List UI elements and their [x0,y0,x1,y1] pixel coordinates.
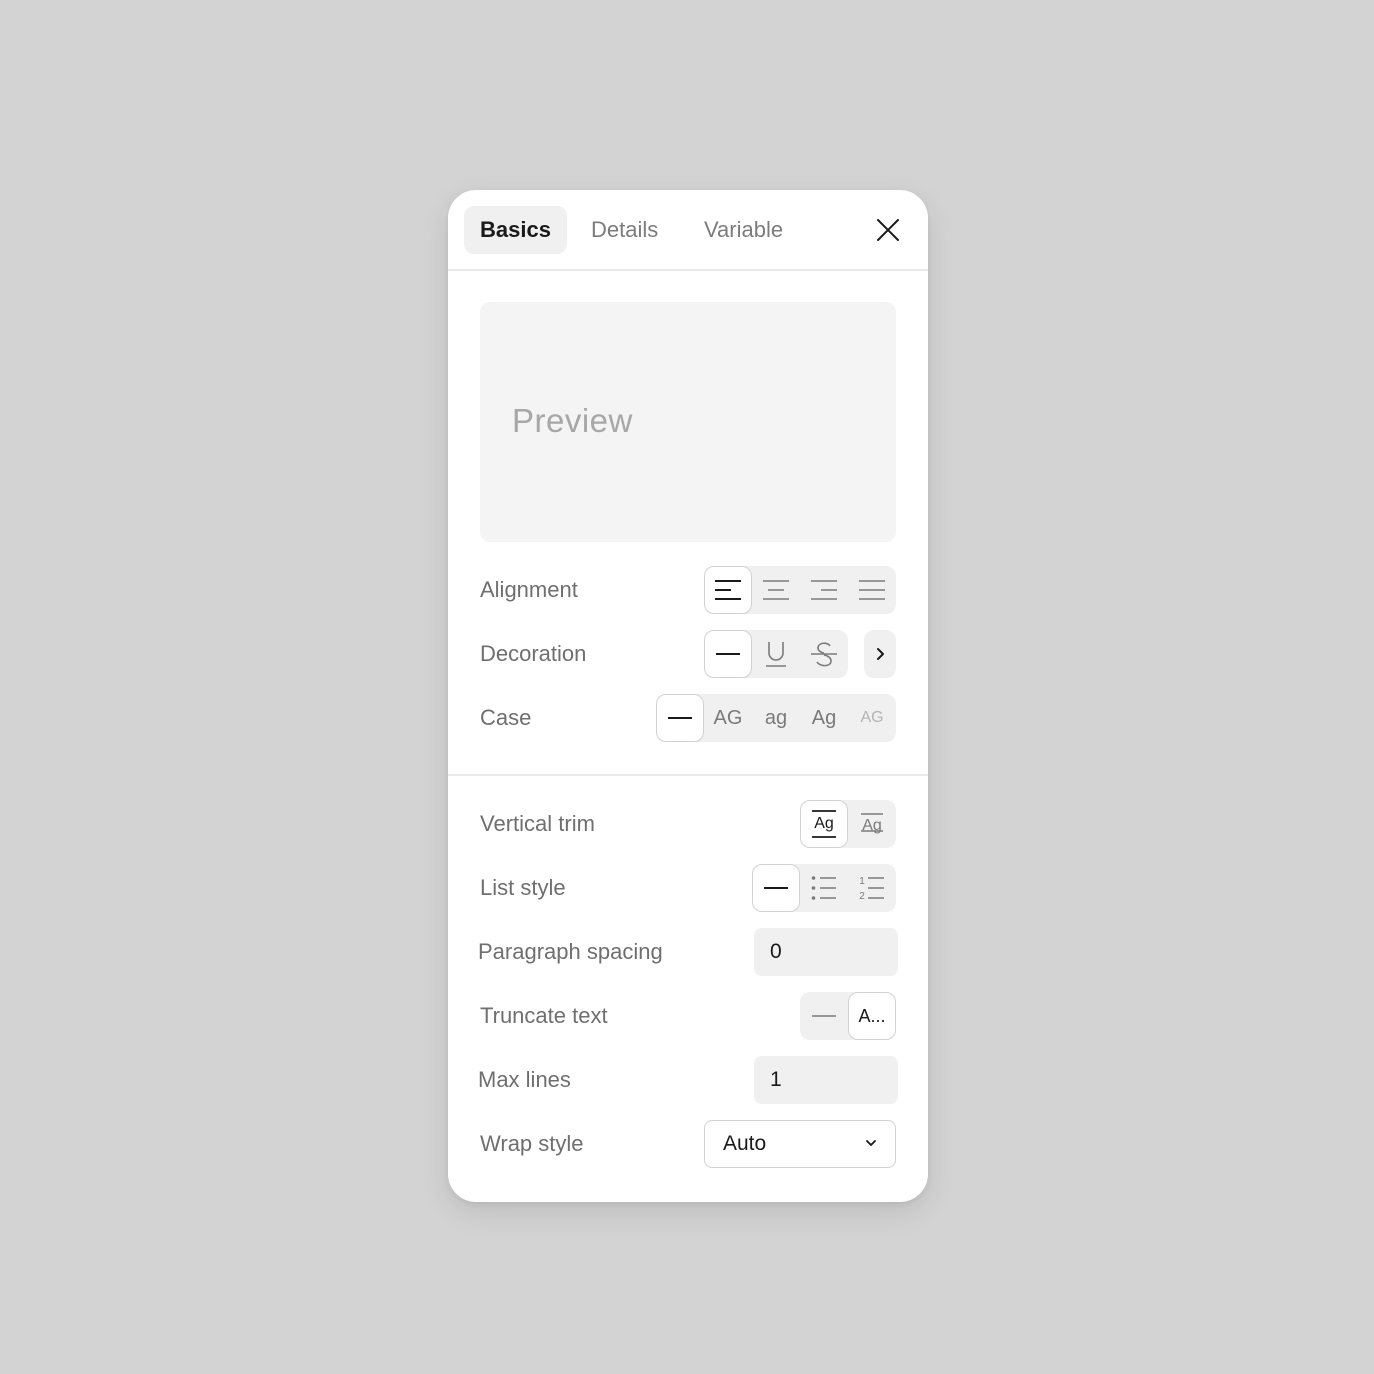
list-style-control: 1 2 [752,864,896,912]
chevron-down-icon [865,1137,877,1149]
align-center-button[interactable] [752,566,800,614]
align-left-button[interactable] [704,566,752,614]
wrap-style-label: Wrap style [480,1131,584,1156]
max-lines-input[interactable]: 1 [754,1056,898,1104]
alignment-label: Alignment [480,577,578,602]
wrap-style-select[interactable]: Auto [704,1120,896,1168]
close-icon [877,219,899,241]
truncate-ellipsis-button[interactable]: A... [848,992,896,1040]
svg-text:2: 2 [859,891,865,901]
decoration-more-button[interactable] [864,630,896,678]
none-dash-icon [716,653,740,655]
decoration-control [704,630,848,678]
close-button[interactable] [870,212,906,248]
case-none-button[interactable] [656,694,704,742]
wrap-style-value: Auto [723,1132,767,1155]
vertical-trim-cap-button[interactable]: Ag [800,800,848,848]
case-label: Case [480,705,532,730]
truncate-text-control: A... [800,992,896,1040]
tab-details[interactable]: Details [575,206,674,254]
vertical-trim-label: Vertical trim [480,811,595,836]
tab-variable[interactable]: Variable [688,206,799,254]
align-left-icon [715,580,741,600]
list-style-bulleted-button[interactable] [800,864,848,912]
decoration-strikethrough-button[interactable] [800,630,848,678]
max-lines-label: Max lines [478,1067,571,1092]
truncate-off-button[interactable] [800,992,848,1040]
svg-text:1: 1 [859,876,865,887]
numbered-list-icon: 1 2 [859,876,884,901]
decoration-none-button[interactable] [704,630,752,678]
preview-text: Preview [512,402,633,439]
truncate-text-label: Truncate text [480,1003,608,1028]
case-capitalize-button[interactable]: Ag [800,694,848,742]
text-preview: Preview [480,302,896,542]
align-justify-icon [859,580,885,600]
tab-bar: Basics Details Variable [448,190,928,271]
tab-basics[interactable]: Basics [464,206,567,254]
list-style-label: List style [480,875,566,900]
case-small-caps-button[interactable]: AG [848,694,896,742]
align-center-icon [763,580,789,600]
align-right-button[interactable] [800,566,848,614]
trim-cap-height-icon: Ag [812,810,836,838]
alignment-control [704,566,896,614]
list-style-numbered-button[interactable]: 1 2 [848,864,896,912]
align-right-icon [811,580,837,600]
list-style-none-button[interactable] [752,864,800,912]
align-justify-button[interactable] [848,566,896,614]
vertical-trim-standard-button[interactable]: Ag [848,800,896,848]
decoration-underline-button[interactable] [752,630,800,678]
text-settings-panel: Basics Details Variable Preview Alignmen… [448,190,928,1202]
decoration-label: Decoration [480,641,587,666]
case-control: AG ag Ag AG [656,694,896,742]
svg-text:Ag: Ag [814,815,834,832]
none-dash-icon [764,887,788,889]
trim-standard-icon: Ag [861,813,883,834]
strikethrough-icon [811,642,837,667]
case-lowercase-button[interactable]: ag [752,694,800,742]
paragraph-spacing-label: Paragraph spacing [478,939,663,964]
case-uppercase-button[interactable]: AG [704,694,752,742]
vertical-trim-control: Ag Ag [800,800,896,848]
none-dash-icon [668,717,692,719]
none-dash-icon [812,1015,836,1017]
paragraph-spacing-input[interactable]: 0 [754,928,898,976]
underline-icon [766,642,786,667]
chevron-right-icon [877,648,884,660]
section-divider [448,774,928,776]
bulleted-list-icon [811,876,836,900]
